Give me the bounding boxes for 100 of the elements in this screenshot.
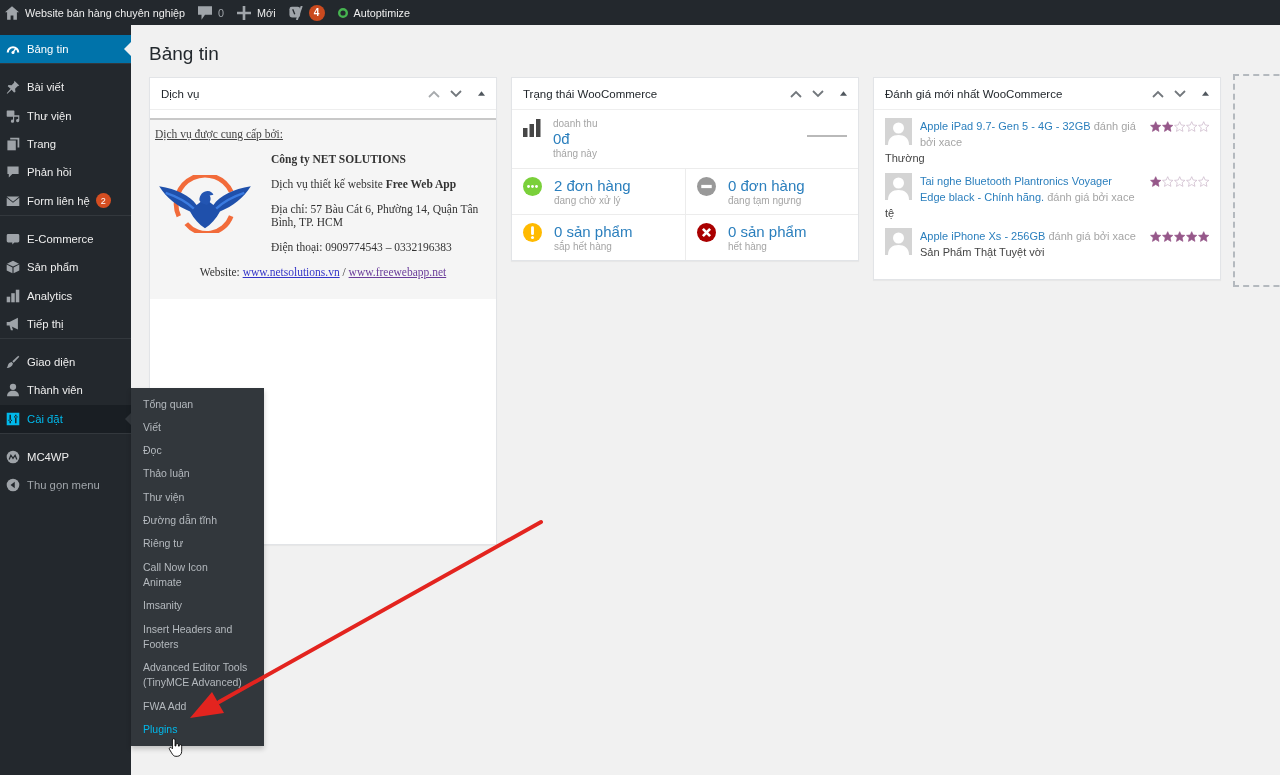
submenu-item[interactable]: Call Now Icon Animate bbox=[131, 555, 249, 595]
services-intro: Dịch vụ được cung cấp bởi: bbox=[155, 128, 284, 141]
submenu-item[interactable]: Thư viện bbox=[131, 485, 249, 510]
sales-amount[interactable]: 0đ bbox=[553, 130, 570, 148]
sidebar-menu-item[interactable]: Analytics bbox=[0, 281, 131, 310]
autoptimize-link[interactable]: Autoptimize bbox=[337, 6, 410, 19]
company-name: Công ty NET SOLUTIONS bbox=[271, 153, 407, 166]
triangle-up-icon[interactable] bbox=[478, 91, 485, 96]
sliders-icon bbox=[6, 411, 20, 426]
seo-menu-link[interactable]: 4 bbox=[288, 4, 325, 21]
submenu-item[interactable]: Plugins bbox=[131, 718, 249, 742]
submenu-item[interactable]: Riêng tư bbox=[131, 532, 249, 556]
rounded-speech-bubble-icon bbox=[6, 231, 20, 246]
sidebar-menu-item[interactable]: E-Commerce bbox=[0, 224, 131, 254]
slash-box-logo-icon bbox=[288, 5, 303, 20]
more-dots-icon bbox=[523, 177, 542, 196]
submenu-item[interactable]: FWA Add bbox=[131, 694, 249, 718]
status-count[interactable]: 2 đơn hàng bbox=[554, 177, 631, 195]
status-caption: đang chờ xử lý bbox=[554, 195, 621, 207]
sidebar-menu-item[interactable]: Tiếp thị bbox=[0, 309, 131, 338]
star-icon bbox=[1185, 230, 1198, 242]
status-count[interactable]: 0 sản phẩm bbox=[554, 223, 633, 241]
sidebar-menu-item[interactable]: MC4WP bbox=[0, 442, 131, 472]
sidebar-menu-item[interactable]: Bài viết bbox=[0, 73, 131, 102]
minus-circle-icon bbox=[697, 177, 716, 196]
website-link[interactable]: www.freewebapp.net bbox=[348, 266, 447, 278]
triangle-up-icon[interactable] bbox=[1202, 91, 1209, 96]
envelope-icon bbox=[6, 193, 20, 208]
submenu-item[interactable]: Viết bbox=[131, 415, 249, 440]
sidebar-menu-item[interactable]: Trang bbox=[0, 129, 131, 159]
sidebar-menu-item[interactable]: Giao diện bbox=[0, 347, 131, 377]
sidebar-menu-item[interactable]: Form liên hệ 2 bbox=[0, 186, 131, 215]
star-icon bbox=[1150, 175, 1162, 187]
bar-chart-icon bbox=[523, 119, 541, 137]
submenu-item[interactable]: Advanced Editor Tools (TinyMCE Advanced) bbox=[131, 656, 249, 695]
page-title: Bảng tin bbox=[149, 42, 220, 66]
star-outline-icon bbox=[1161, 175, 1174, 187]
review-comment: Sản Phẩm Thật Tuyệt vời bbox=[920, 245, 1046, 260]
website-link[interactable]: www.netsolutions.vn bbox=[242, 266, 340, 278]
sidebar-menu-item[interactable]: Cài đặt bbox=[0, 404, 131, 433]
status-count[interactable]: 0 sản phẩm bbox=[728, 223, 807, 241]
star-outline-icon bbox=[1185, 120, 1198, 132]
star-icon bbox=[1161, 230, 1174, 242]
speech-bubble-icon bbox=[6, 165, 20, 180]
chevron-up-icon[interactable] bbox=[1152, 89, 1164, 98]
site-name-link[interactable]: Website bán hàng chuyên nghiệp bbox=[5, 5, 186, 20]
sales-sparkline bbox=[807, 135, 847, 137]
submenu-item[interactable]: Insert Headers and Footers bbox=[131, 617, 249, 657]
megaphone-icon bbox=[6, 316, 20, 331]
star-icon bbox=[1150, 120, 1162, 132]
star-icon bbox=[1161, 120, 1174, 132]
star-icon bbox=[1173, 230, 1186, 242]
widget-title: Dịch vụ bbox=[161, 87, 201, 100]
chevron-down-icon[interactable] bbox=[450, 89, 462, 98]
stacked-pages-icon bbox=[6, 137, 20, 152]
star-outline-icon bbox=[1185, 175, 1198, 187]
plus-icon bbox=[237, 5, 252, 20]
paintbrush-icon bbox=[6, 355, 20, 370]
pushpin-icon bbox=[6, 80, 20, 95]
new-content-link[interactable]: Mới bbox=[237, 5, 276, 20]
review-heading: Tai nghe Bluetooth Plantronics Voyager Edge black - Chính hãng. đánh giá bởi xace bbox=[920, 174, 1136, 205]
status-ring-icon bbox=[337, 7, 348, 18]
sidebar-menu-item[interactable]: Thư viện bbox=[0, 101, 131, 130]
home-icon bbox=[5, 5, 19, 20]
status-count[interactable]: 0 đơn hàng bbox=[728, 177, 805, 195]
review-comment: tệ bbox=[885, 206, 896, 221]
hand-cursor-icon bbox=[168, 738, 183, 757]
notification-badge: 4 bbox=[308, 4, 325, 21]
avatar-silhouette-icon bbox=[885, 173, 912, 200]
submenu-item[interactable]: Đường dẫn tĩnh bbox=[131, 509, 249, 533]
avatar-silhouette-icon bbox=[885, 118, 912, 145]
sidebar-menu-item[interactable]: Phản hồi bbox=[0, 158, 131, 187]
collapse-menu-button[interactable]: Thu gọn menu bbox=[0, 471, 131, 500]
person-icon bbox=[6, 383, 20, 398]
avatar-silhouette-icon bbox=[885, 228, 912, 255]
sidebar-menu-item[interactable]: Sản phẩm bbox=[0, 253, 131, 282]
company-address: Địa chỉ: 57 Bàu Cát 6, Phường 14, Quận Tân Bình, TP. HCM bbox=[271, 203, 480, 229]
sidebar-menu-item[interactable]: Thành viên bbox=[0, 376, 131, 405]
cube-icon bbox=[6, 260, 20, 275]
bar-chart-icon bbox=[6, 288, 20, 303]
chevron-down-icon[interactable] bbox=[1174, 89, 1186, 98]
submenu-item[interactable]: Imsanity bbox=[131, 594, 249, 618]
chevron-up-icon[interactable] bbox=[428, 89, 440, 98]
circle-logo-icon bbox=[6, 450, 20, 464]
star-outline-icon bbox=[1197, 120, 1209, 132]
triangle-up-icon[interactable] bbox=[840, 91, 847, 96]
status-caption: sắp hết hàng bbox=[554, 241, 613, 253]
chevron-up-icon[interactable] bbox=[790, 89, 802, 98]
submenu-item[interactable]: Thảo luận bbox=[131, 462, 249, 486]
sidebar-menu-item[interactable]: Bảng tin bbox=[0, 35, 131, 64]
star-outline-icon bbox=[1173, 120, 1186, 132]
review-heading: Apple iPad 9.7- Gen 5 - 4G - 32GB đánh giá bởi xace bbox=[920, 119, 1137, 150]
comments-link[interactable]: 0 bbox=[198, 5, 225, 20]
submenu-item[interactable]: Đọc bbox=[131, 439, 249, 463]
photo-music-icon bbox=[6, 108, 20, 123]
submenu-item[interactable]: Tổng quan bbox=[131, 392, 249, 416]
star-outline-icon bbox=[1197, 175, 1209, 187]
star-outline-icon bbox=[1173, 175, 1186, 187]
review-heading: Apple iPhone Xs - 256GB đánh giá bởi xace bbox=[920, 229, 1137, 244]
chevron-down-icon[interactable] bbox=[812, 89, 824, 98]
